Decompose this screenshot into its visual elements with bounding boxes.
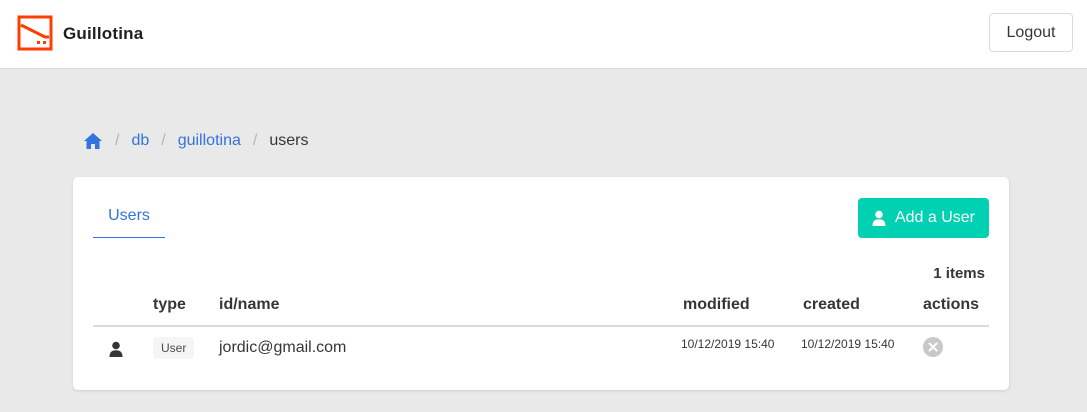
tab-users[interactable]: Users <box>93 199 165 238</box>
brand-name[interactable]: Guillotina <box>63 24 143 44</box>
guillotina-logo-icon[interactable] <box>17 15 53 51</box>
column-header-actions: actions <box>923 296 980 313</box>
created-date: 10/12/2019 15:40 <box>801 337 895 351</box>
column-header-modified: modified <box>683 296 750 313</box>
logout-button[interactable]: Logout <box>989 13 1073 52</box>
user-icon <box>872 210 886 226</box>
column-header-id-name: id/name <box>219 296 280 313</box>
type-tag: User <box>153 337 195 359</box>
breadcrumb-item-guillotina[interactable]: guillotina <box>178 132 241 150</box>
top-navbar: Guillotina Logout <box>0 0 1087 69</box>
breadcrumb-separator: / <box>115 132 120 149</box>
users-panel: Users Add a User 1 items type id/name mo… <box>73 177 1009 390</box>
table-row[interactable]: User jordic@gmail.com 10/12/2019 15:40 1… <box>93 327 989 371</box>
column-header-created: created <box>803 296 860 313</box>
home-icon[interactable] <box>83 132 103 150</box>
breadcrumb-item-db[interactable]: db <box>131 132 149 150</box>
item-count: 1 items <box>933 265 985 282</box>
modified-date: 10/12/2019 15:40 <box>681 337 775 351</box>
table-header: type id/name modified created actions <box>93 295 989 327</box>
add-user-button[interactable]: Add a User <box>858 198 989 238</box>
user-icon <box>109 341 123 357</box>
user-id-link[interactable]: jordic@gmail.com <box>219 339 346 357</box>
breadcrumb-separator: / <box>161 132 166 149</box>
delete-icon[interactable] <box>923 337 943 357</box>
add-user-label: Add a User <box>894 209 976 226</box>
column-header-type: type <box>153 296 186 313</box>
breadcrumb-current: users <box>269 132 309 149</box>
breadcrumb-separator: / <box>252 132 258 149</box>
breadcrumb: / db / guillotina / users <box>83 130 308 152</box>
